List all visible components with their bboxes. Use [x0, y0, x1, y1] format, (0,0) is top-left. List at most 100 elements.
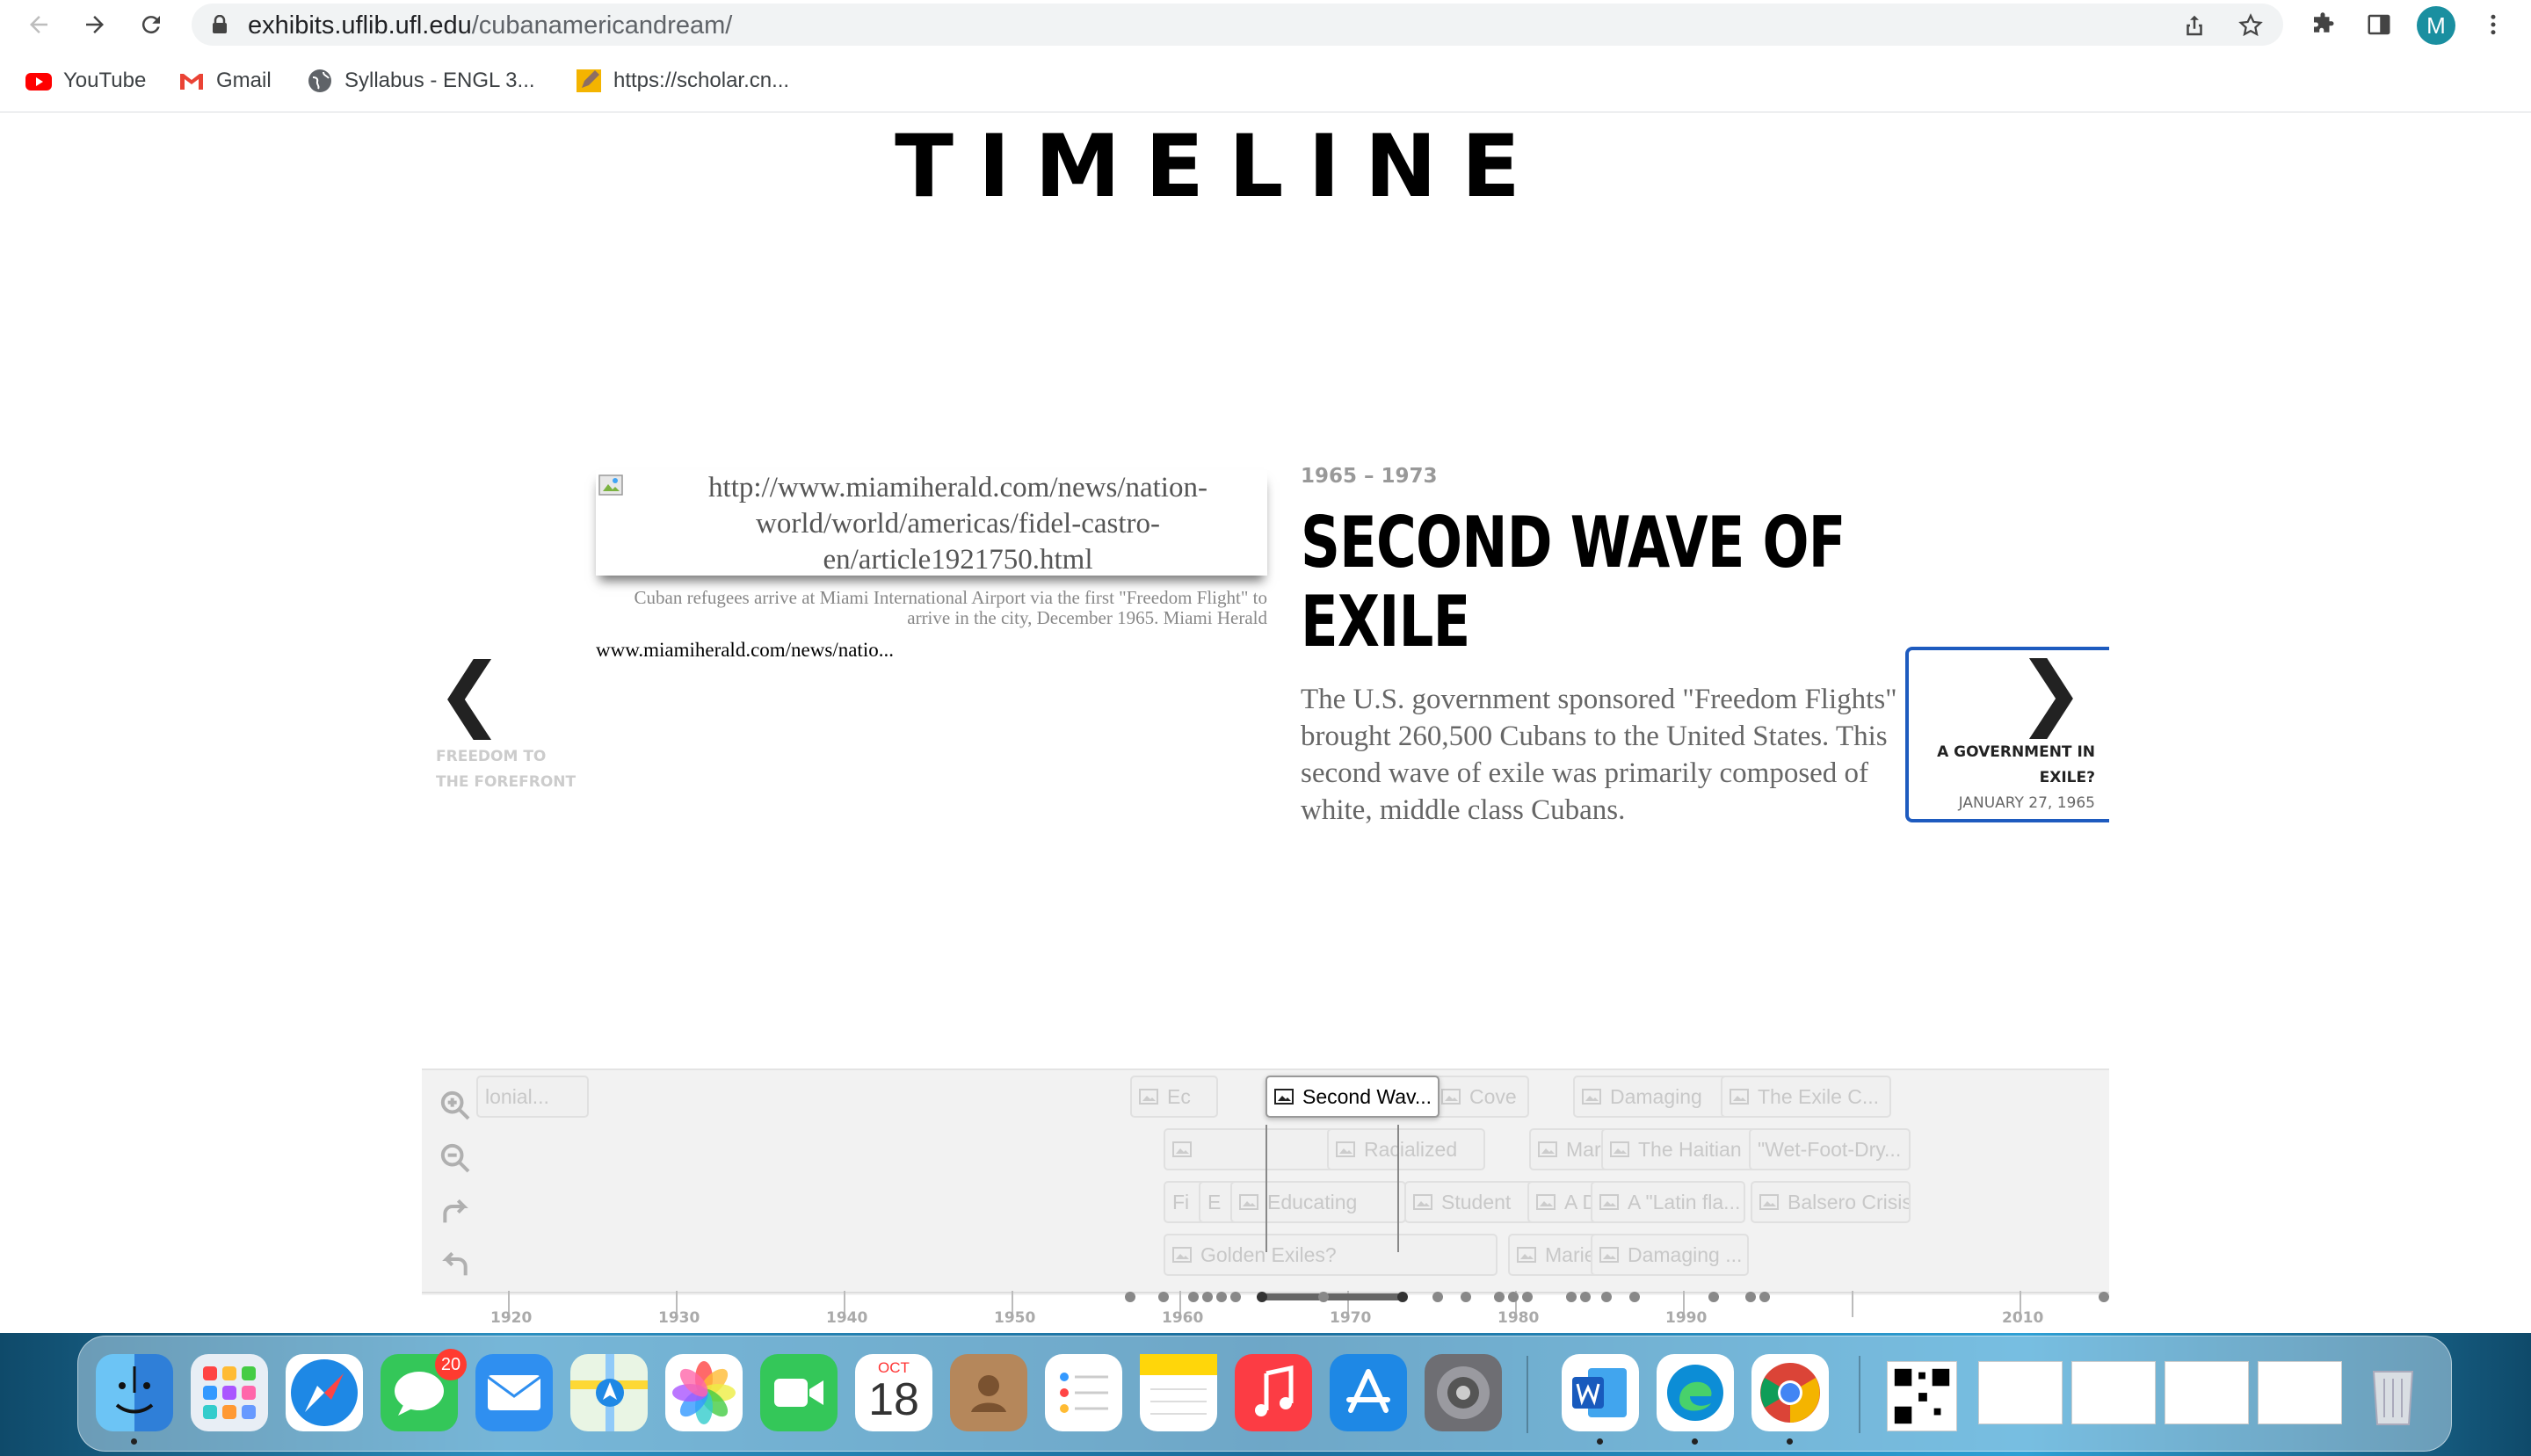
image-icon — [1538, 1141, 1557, 1157]
system-preferences-icon[interactable] — [1425, 1354, 1502, 1431]
forward-button[interactable] — [77, 7, 112, 42]
document-thumbnail[interactable] — [2258, 1361, 2342, 1424]
bookmark-scholar[interactable]: https://scholar.cn... — [575, 65, 789, 97]
timeline-marker[interactable]: The Exile C... — [1721, 1076, 1891, 1118]
axis-dot — [1508, 1292, 1519, 1302]
notification-badge: 20 — [435, 1349, 467, 1380]
redo-icon[interactable] — [438, 1193, 473, 1228]
app-store-icon[interactable] — [1330, 1354, 1407, 1431]
zoom-in-icon[interactable] — [438, 1088, 473, 1123]
document-thumbnail[interactable] — [2071, 1361, 2156, 1424]
active-marker-span — [1266, 1125, 1399, 1252]
bookmark-label: https://scholar.cn... — [613, 69, 790, 92]
slide-image: http://www.miamiherald.com/news/nation-w… — [596, 470, 1267, 576]
running-indicator — [1692, 1438, 1698, 1445]
bookmark-youtube[interactable]: YouTube — [25, 65, 146, 97]
next-slide-button[interactable]: ❯ A GOVERNMENT IN EXILE? JANUARY 27, 196… — [1905, 647, 2109, 822]
page-title: TIMELINE — [895, 117, 1545, 217]
running-indicator — [131, 1438, 137, 1445]
axis-dot — [1522, 1292, 1533, 1302]
axis-dot — [1318, 1292, 1329, 1302]
timeline-marker[interactable]: Student — [1404, 1181, 1545, 1223]
timeline-marker-active[interactable]: Second Wav... — [1266, 1076, 1440, 1118]
axis-dot — [1216, 1292, 1227, 1302]
axis-dot — [1125, 1292, 1135, 1302]
messages-icon[interactable]: 20 — [381, 1349, 467, 1431]
safari-icon[interactable] — [286, 1354, 363, 1431]
axis-label: 1990 — [1665, 1309, 1708, 1327]
notes-icon[interactable] — [1140, 1354, 1217, 1431]
youtube-icon — [25, 67, 53, 95]
axis-dot — [1629, 1292, 1640, 1302]
profile-avatar[interactable]: M — [2417, 6, 2455, 45]
image-icon — [1599, 1194, 1619, 1210]
reminders-icon[interactable] — [1045, 1354, 1122, 1431]
maps-icon[interactable] — [570, 1354, 648, 1431]
calendar-icon[interactable]: OCT 18 — [855, 1354, 932, 1431]
arrow-right-icon — [86, 16, 104, 33]
music-icon[interactable] — [1235, 1354, 1312, 1431]
timeline-marker[interactable]: Ec — [1130, 1076, 1218, 1118]
finder-icon[interactable] — [96, 1354, 173, 1431]
next-slide-date: JANUARY 27, 1965 — [1958, 794, 2095, 812]
document-thumbnail[interactable] — [1978, 1361, 2063, 1424]
timeline-navigator[interactable]: lonial... Ec Cove Damaging The Exile C..… — [422, 1068, 2109, 1295]
browser-toolbar: exhibits.uflib.ufl.edu/cubanamericandrea… — [0, 0, 2531, 49]
image-alt-text: http://www.miamiherald.com/news/nation-w… — [708, 472, 1207, 576]
bookmark-star-icon[interactable] — [2237, 12, 2264, 39]
running-indicator — [1597, 1438, 1603, 1445]
zoom-out-icon[interactable] — [438, 1141, 473, 1176]
mail-icon[interactable] — [475, 1354, 553, 1431]
word-icon[interactable] — [1562, 1354, 1639, 1431]
timeline-marker[interactable]: Cove — [1432, 1076, 1529, 1118]
address-bar[interactable]: exhibits.uflib.ufl.edu/cubanamericandrea… — [192, 4, 2283, 46]
bookmark-syllabus[interactable]: Syllabus - ENGL 3... — [306, 65, 535, 97]
image-icon — [1610, 1141, 1629, 1157]
running-indicator — [1787, 1438, 1793, 1445]
launchpad-icon[interactable] — [191, 1354, 268, 1431]
kebab-menu-icon — [2491, 14, 2496, 35]
previous-slide-button[interactable]: ❮ FREEDOM TO THE FOREFRONT — [436, 653, 577, 795]
axis-dot — [1230, 1292, 1241, 1302]
timeline-marker[interactable]: "Wet-Foot-Dry... — [1749, 1128, 1911, 1170]
contacts-icon[interactable] — [950, 1354, 1027, 1431]
share-icon[interactable] — [2181, 12, 2208, 39]
chevron-right-icon: ❯ — [2016, 645, 2085, 739]
menu-button[interactable] — [2478, 10, 2508, 40]
edge-icon[interactable] — [1657, 1354, 1734, 1431]
slide-body: The U.S. government sponsored "Freedom F… — [1301, 684, 1897, 826]
axis-dot — [1745, 1292, 1756, 1302]
broken-image-icon — [598, 474, 623, 496]
image-icon — [1139, 1089, 1158, 1105]
axis-dot — [1188, 1292, 1199, 1302]
puzzle-icon — [2314, 12, 2334, 33]
image-icon — [1599, 1247, 1619, 1263]
undo-icon[interactable] — [438, 1246, 473, 1281]
slide-date: 1965 – 1973 — [1301, 465, 1438, 488]
bookmark-gmail[interactable]: Gmail — [178, 65, 272, 97]
globe-icon — [306, 67, 334, 95]
photos-icon[interactable] — [665, 1354, 743, 1431]
qr-code-thumbnail[interactable] — [1887, 1361, 1957, 1431]
axis-dot — [1158, 1292, 1169, 1302]
back-button[interactable] — [21, 7, 56, 42]
timeline-marker[interactable]: Balsero Crisis — [1751, 1181, 1911, 1223]
extensions-button[interactable] — [2308, 10, 2338, 40]
timeline-marker[interactable]: Damaging — [1573, 1076, 1730, 1118]
chrome-icon[interactable] — [1751, 1354, 1829, 1431]
axis-dot — [1461, 1292, 1471, 1302]
trash-icon[interactable] — [2354, 1354, 2432, 1431]
timeline-marker[interactable]: The Haitian — [1601, 1128, 1758, 1170]
url-host: exhibits.uflib.ufl.edu — [248, 11, 472, 40]
reload-button[interactable] — [134, 7, 169, 42]
timeline-marker[interactable]: lonial... — [476, 1076, 589, 1118]
facetime-icon[interactable] — [760, 1354, 838, 1431]
side-panel-button[interactable] — [2364, 10, 2394, 40]
document-thumbnail[interactable] — [2165, 1361, 2249, 1424]
url-path: /cubanamericandream/ — [471, 11, 733, 40]
image-icon — [1441, 1089, 1461, 1105]
axis-dot — [1759, 1292, 1770, 1302]
timeline-marker[interactable]: A "Latin fla... — [1591, 1181, 1745, 1223]
timeline-marker[interactable]: Damaging ... — [1591, 1234, 1749, 1276]
axis-label: 1950 — [994, 1309, 1036, 1327]
